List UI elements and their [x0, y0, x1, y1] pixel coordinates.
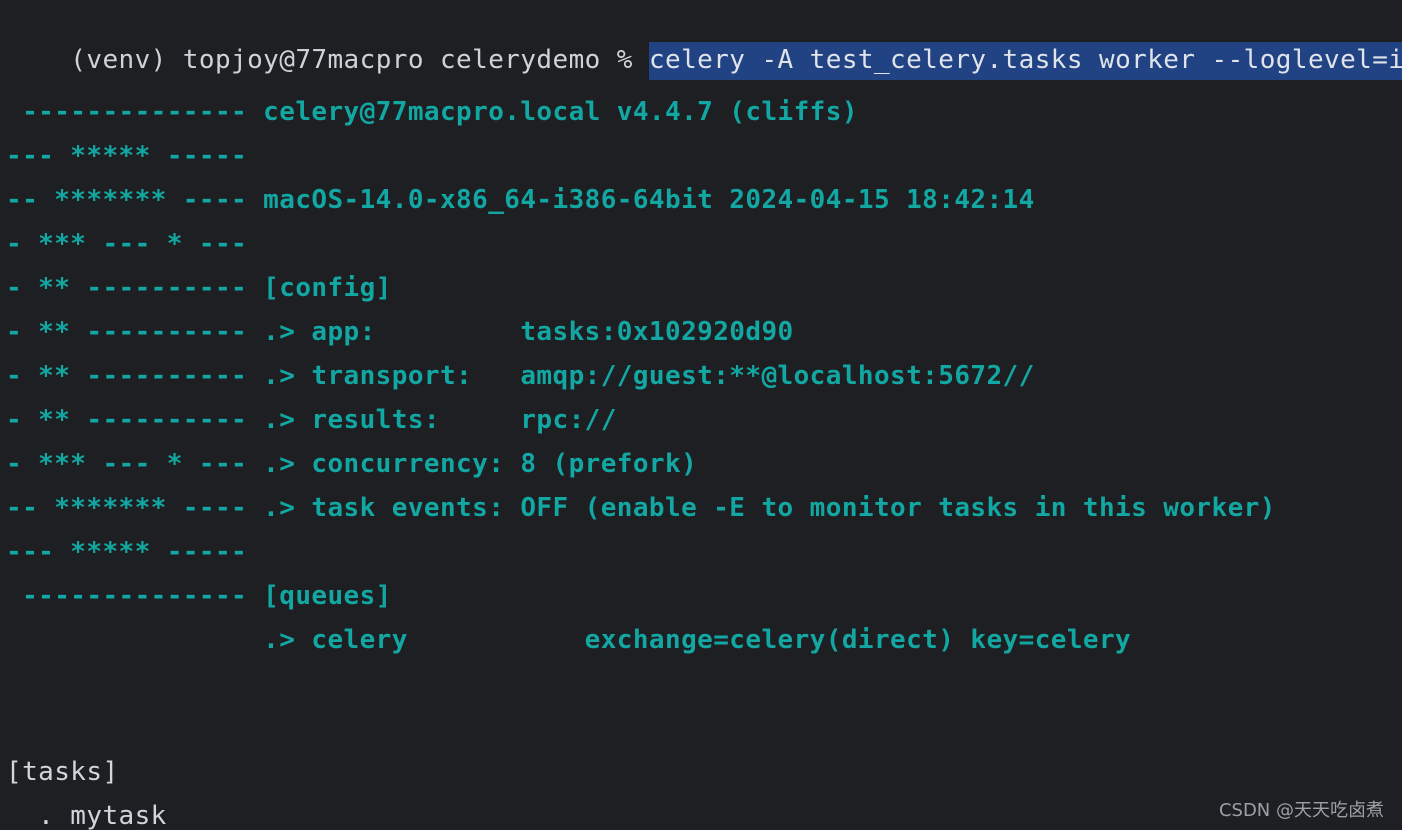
banner-line: -- ******* ---- .> task events: OFF (ena… [6, 493, 1276, 523]
banner-line: -------------- [queues] [6, 581, 392, 611]
banner-line: --- ***** ----- [6, 141, 248, 171]
command-text-selected[interactable]: celery -A test_celery.tasks worker --log… [648, 42, 1402, 80]
banner-line: -------------- celery@77macpro.local v4.… [6, 97, 858, 127]
banner-line: - ** ---------- .> app: tasks:0x102920d9… [6, 317, 794, 347]
banner-line: - ** ---------- .> results: rpc:// [6, 405, 617, 435]
banner-line: - ** ---------- [config] [6, 273, 392, 303]
task-item: . mytask [6, 801, 167, 830]
shell-prompt: (venv) topjoy@77macpro celerydemo % [70, 45, 649, 75]
prompt-line: (venv) topjoy@77macpro celerydemo % cele… [6, 6, 1402, 80]
banner-line: --- ***** ----- [6, 537, 248, 567]
terminal-window[interactable]: (venv) topjoy@77macpro celerydemo % cele… [0, 0, 1402, 830]
tasks-header: [tasks] [6, 757, 119, 787]
csdn-watermark: CSDN @天天吃卤煮 [1218, 800, 1384, 821]
banner-line: - ** ---------- .> transport: amqp://gue… [6, 361, 1035, 391]
banner-line: .> celery exchange=celery(direct) key=ce… [6, 625, 1132, 655]
banner-line: - *** --- * --- [6, 229, 248, 259]
banner-line: -- ******* ---- macOS-14.0-x86_64-i386-6… [6, 185, 1035, 215]
banner-line: - *** --- * --- .> concurrency: 8 (prefo… [6, 449, 698, 479]
